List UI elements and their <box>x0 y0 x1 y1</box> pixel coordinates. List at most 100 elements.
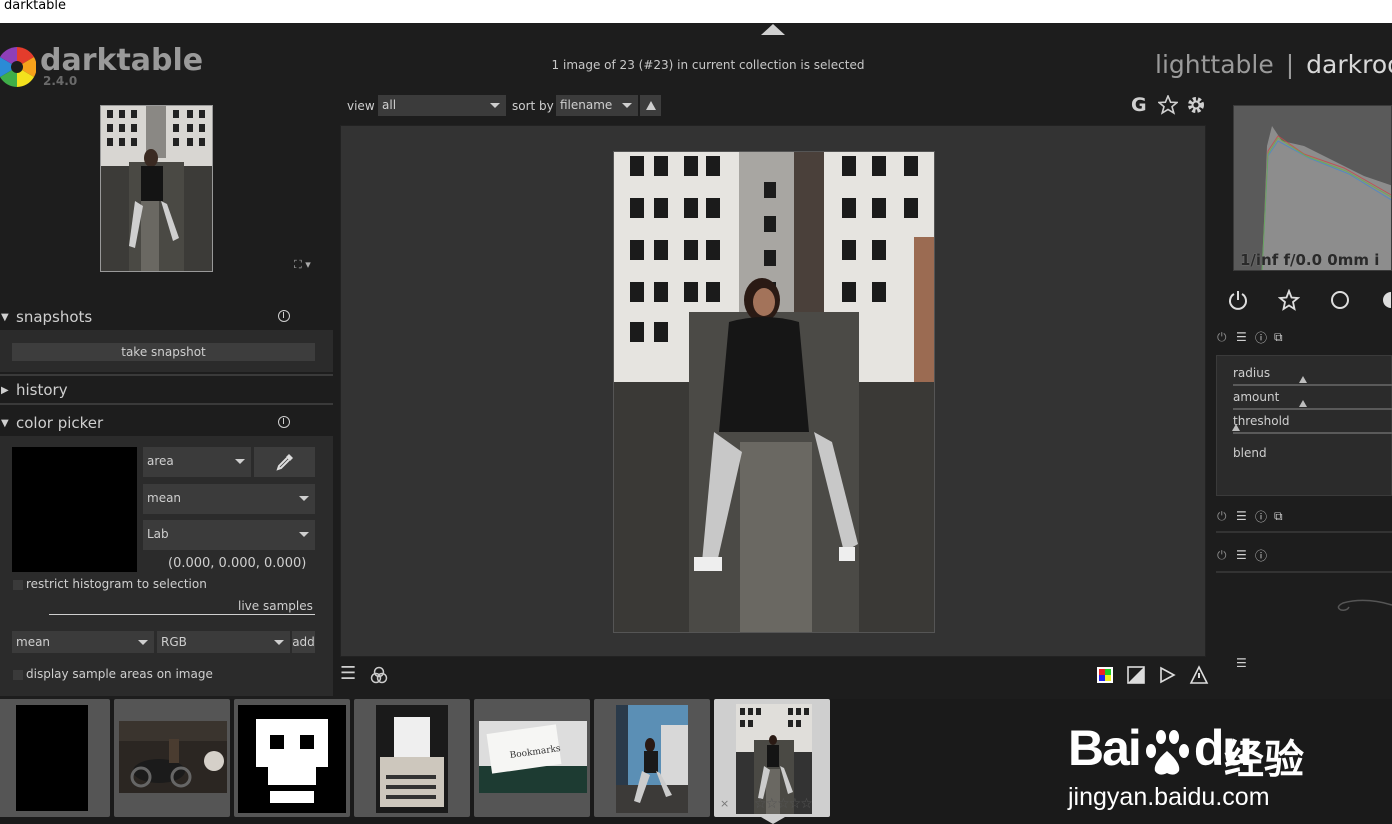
view-select[interactable]: all <box>378 95 506 116</box>
filmstrip-thumb[interactable] <box>234 699 350 817</box>
sort-by-label: sort by <box>512 99 554 113</box>
reject-icon[interactable]: × <box>720 797 729 810</box>
bottom-toolbar: ☰ <box>333 663 1213 693</box>
module-reset-icon[interactable]: ⓘ <box>1255 329 1267 346</box>
module-instance-icon[interactable]: ⧉ <box>1274 330 1283 345</box>
restrict-histogram-label: restrict histogram to selection <box>26 577 207 591</box>
collapse-arrow-icon: ▼ <box>1 418 9 429</box>
sort-select[interactable]: filename <box>556 95 638 116</box>
amount-slider-handle[interactable] <box>1299 400 1307 407</box>
module-power-icon[interactable]: ⏻ <box>1217 548 1227 563</box>
filmstrip-thumb[interactable] <box>354 699 470 817</box>
amount-label: amount <box>1233 390 1280 404</box>
gamut-check-icon[interactable] <box>1189 665 1209 685</box>
thumb-pixel-face-icon <box>238 705 346 813</box>
module-reset-icon[interactable]: ⓘ <box>1255 547 1267 564</box>
filmstrip-thumb[interactable] <box>114 699 230 817</box>
thumb-typewriter-icon <box>376 705 448 813</box>
picker-colorspace-select[interactable]: Lab <box>143 520 315 550</box>
histogram[interactable]: 1/inf f/0.0 0mm i <box>1233 105 1392 271</box>
reset-icon[interactable] <box>278 416 290 428</box>
sort-order-button[interactable] <box>640 95 661 116</box>
softproof-icon[interactable] <box>1159 666 1177 684</box>
main-image[interactable] <box>613 151 935 633</box>
menu-icon[interactable]: ☰ <box>340 663 356 684</box>
radius-slider[interactable] <box>1233 384 1392 386</box>
view-darkroom[interactable]: darkroom <box>1306 50 1392 79</box>
selection-status: 1 image of 23 (#23) in current collectio… <box>551 58 865 72</box>
favorite-star-icon[interactable] <box>1278 289 1300 311</box>
module-presets-icon[interactable]: ☰ <box>1236 548 1247 562</box>
module-presets-icon[interactable]: ☰ <box>1236 330 1247 344</box>
snapshots-panel: take snapshot <box>0 330 333 372</box>
color-swatch <box>12 447 137 572</box>
histogram-exif-info: 1/inf f/0.0 0mm i <box>1240 251 1380 269</box>
filmstrip-thumb[interactable] <box>594 699 710 817</box>
tone-icon[interactable] <box>1380 289 1392 311</box>
styles-icon[interactable] <box>369 665 389 685</box>
rating-stars[interactable]: ☆☆☆☆☆ <box>754 796 813 812</box>
history-header[interactable]: ▶ history <box>0 380 333 404</box>
module-presets-icon[interactable]: ☰ <box>1236 509 1247 523</box>
filmstrip-thumb-selected[interactable]: × ☆☆☆☆☆ <box>714 699 830 817</box>
bottom-panel-toggle-icon[interactable] <box>761 817 785 824</box>
module-power-icon[interactable]: ⏻ <box>1217 509 1227 524</box>
more-modules-menu-icon[interactable]: ☰ <box>1236 656 1247 670</box>
divider <box>1216 531 1392 533</box>
sample-stat-select[interactable]: mean <box>12 631 154 653</box>
module-instance-icon[interactable]: ⧉ <box>1274 509 1283 524</box>
basic-circle-icon[interactable] <box>1329 289 1351 311</box>
threshold-slider[interactable] <box>1233 432 1392 434</box>
sort-ascending-icon <box>645 101 656 110</box>
window-title: darktable <box>0 0 1392 23</box>
threshold-slider-handle[interactable] <box>1232 424 1240 431</box>
thumb-woman-city-icon <box>616 705 688 813</box>
module-reset-icon[interactable]: ⓘ <box>1255 508 1267 525</box>
color-picker-toggle-button[interactable] <box>254 447 315 477</box>
color-assessment-icon[interactable] <box>1096 666 1114 684</box>
history-title: history <box>16 381 68 399</box>
take-snapshot-button[interactable]: take snapshot <box>12 343 315 361</box>
restrict-histogram-checkbox[interactable] <box>13 580 23 590</box>
photo-woman-on-wall-icon <box>614 152 934 632</box>
watermark-url: jingyan.baidu.com <box>1068 783 1270 811</box>
view-switcher: lighttable | darkroom <box>1155 50 1392 79</box>
app-window: darktable 2.4.0 1 image of 23 (#23) in c… <box>0 23 1392 824</box>
snapshots-header[interactable]: ▼ snapshots <box>0 307 333 331</box>
picked-values: (0.000, 0.000, 0.000) <box>168 556 307 571</box>
divider <box>0 403 333 405</box>
sample-space-select[interactable]: RGB <box>157 631 290 653</box>
module-power-icon[interactable]: ⏻ <box>1217 330 1227 345</box>
top-panel-toggle-icon[interactable] <box>761 24 785 35</box>
picker-stat-select[interactable]: mean <box>143 484 315 514</box>
view-separator: | <box>1285 50 1295 79</box>
filmstrip-thumb[interactable]: Bookmarks <box>474 699 590 817</box>
display-sample-areas-checkbox[interactable] <box>13 670 23 680</box>
center-view[interactable] <box>340 125 1206 657</box>
radius-slider-handle[interactable] <box>1299 376 1307 383</box>
baidu-watermark: Bai du 经验 jingyan.baidu.com <box>1066 703 1326 823</box>
star-icon[interactable] <box>1158 95 1178 115</box>
power-icon[interactable] <box>1227 289 1249 311</box>
thumb-motorcycle-icon <box>119 721 227 793</box>
decorative-swirl-icon <box>1337 599 1392 611</box>
overexposed-icon[interactable] <box>1127 666 1145 684</box>
navigation-thumbnail[interactable] <box>100 105 213 272</box>
grouping-icon[interactable]: G <box>1131 94 1147 116</box>
amount-slider[interactable] <box>1233 408 1392 410</box>
color-picker-header[interactable]: ▼ color picker <box>0 413 333 437</box>
snapshots-title: snapshots <box>16 308 93 326</box>
zoom-fit-icon[interactable]: ⛶ ▾ <box>294 258 311 272</box>
view-lighttable[interactable]: lighttable <box>1155 50 1274 79</box>
blend-label[interactable]: blend <box>1233 446 1267 460</box>
left-panel: ⛶ ▾ ▼ snapshots take snapshot ▶ history … <box>0 78 333 698</box>
thumb-image <box>16 705 88 811</box>
navigation-image-icon <box>101 106 212 271</box>
baidu-paw-icon <box>1145 729 1189 775</box>
reset-icon[interactable] <box>278 310 290 322</box>
add-sample-button[interactable]: add <box>292 631 315 653</box>
picker-mode-select[interactable]: area <box>143 447 251 477</box>
gear-icon[interactable] <box>1186 95 1206 115</box>
filmstrip-thumb[interactable]: j <box>0 699 110 817</box>
lighttable-toolbar: view all sort by filename G <box>340 94 1206 117</box>
